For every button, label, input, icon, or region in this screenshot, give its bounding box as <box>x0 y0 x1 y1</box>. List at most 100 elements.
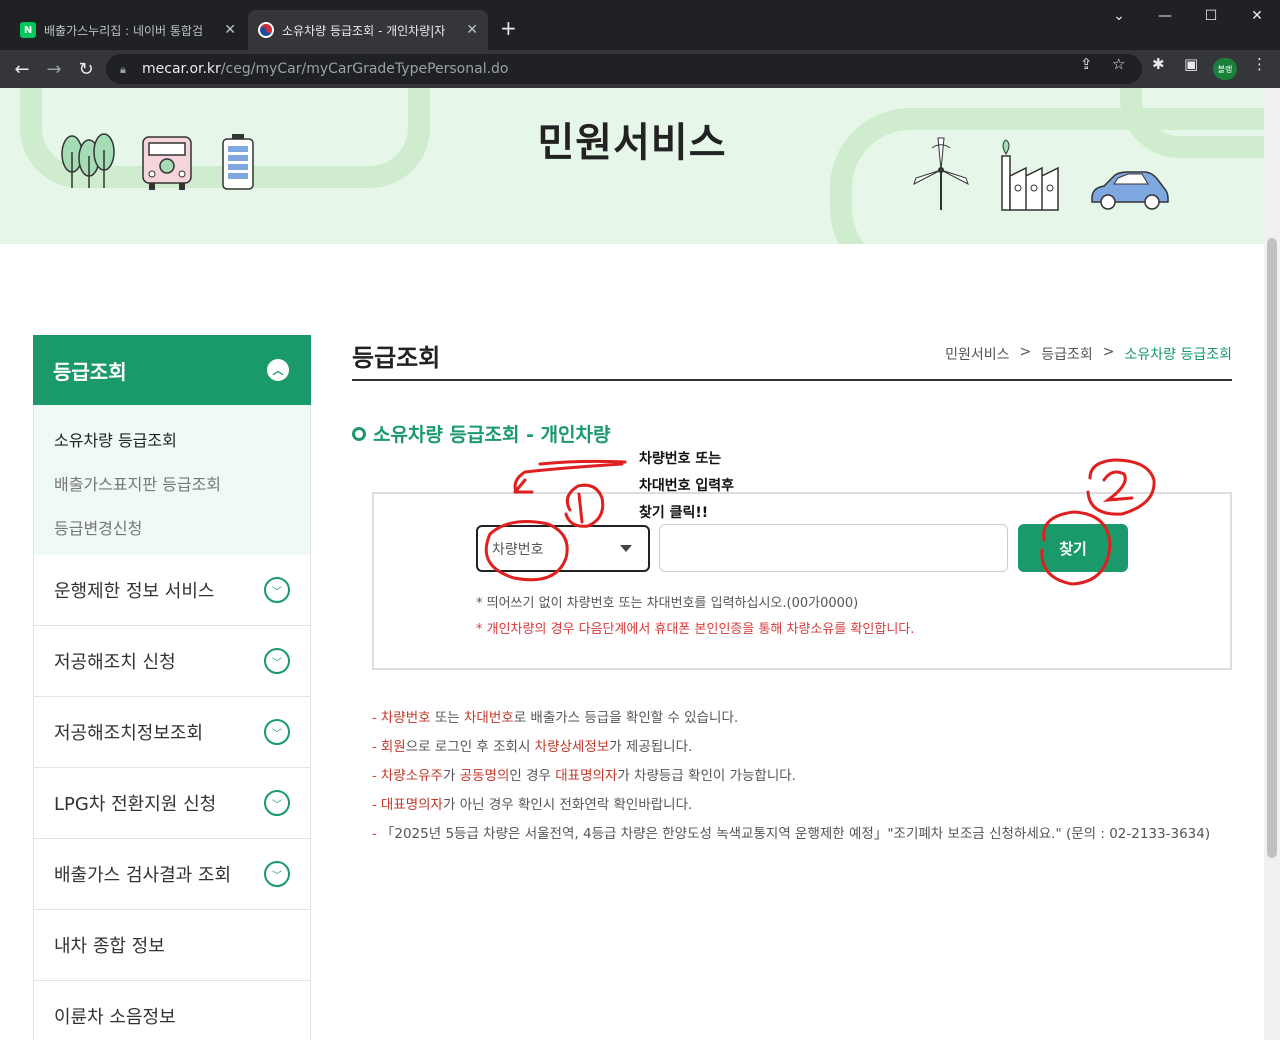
chevron-down-icon[interactable]: ﹀ <box>264 577 290 603</box>
sidebar-item-lpg-conversion[interactable]: LPG차 전환지원 신청 ﹀ <box>33 768 311 839</box>
section-title-text: 소유차량 등급조회 - 개인차량 <box>373 424 611 446</box>
sidebar-item-label: 운행제한 정보 서비스 <box>54 581 215 602</box>
note-line: - 차량소유주가 공동명의인 경우 대표명의자가 차량등급 확인이 가능합니다. <box>372 762 1232 791</box>
browser-toolbar: ← → ↻ 🔒︎ mecar.or.kr/ceg/myCar/myCarGrad… <box>0 50 1280 88</box>
sidebar-submenu: 소유차량 등급조회 배출가스표지판 등급조회 등급변경신청 <box>33 405 311 555</box>
maximize-icon[interactable]: ☐ <box>1188 0 1234 32</box>
sidebar-item-motorcycle-noise[interactable]: 이륜차 소음정보 <box>33 981 311 1040</box>
sidebar-subitem-owned-vehicle[interactable]: 소유차량 등급조회 <box>34 417 310 461</box>
annotation-stroke <box>538 459 627 466</box>
browser-tab-bar: N 배출가스누리집 : 네이버 통합검 ✕ 소유차량 등급조회 - 개인차량|자… <box>0 0 1280 50</box>
note-text: 「2025년 5등급 차량은 서울전역, 4등급 차량은 한양도성 녹색교통지역… <box>381 820 1210 849</box>
note-highlight: 차량상세정보 <box>534 739 610 755</box>
bookmark-star-icon[interactable]: ☆ <box>1112 55 1125 73</box>
tab-title: 소유차량 등급조회 - 개인차량|자 <box>282 23 446 38</box>
note-dash: - <box>372 768 377 784</box>
tab-close-icon[interactable]: ✕ <box>466 22 478 38</box>
close-window-icon[interactable]: ✕ <box>1234 0 1280 32</box>
note-segment: 가 차량등급 확인이 가능합니다. <box>617 768 796 784</box>
sidebar-subitem-grade-change[interactable]: 등급변경신청 <box>34 505 310 549</box>
menu-kebab-icon[interactable]: ⋮ <box>1252 55 1267 73</box>
new-tab-icon[interactable]: + <box>500 16 517 40</box>
info-notes: - 차량번호 또는 차대번호로 배출가스 등급을 확인할 수 있습니다. - 회원으로… <box>372 704 1232 849</box>
url-path: /ceg/myCar/myCarGradeTypePersonal.do <box>220 61 509 77</box>
breadcrumb-separator: > <box>1019 344 1032 360</box>
search-type-select[interactable]: 차량번호 <box>476 525 650 572</box>
factory-icon <box>1001 139 1059 211</box>
note-segment: 가 <box>442 768 460 784</box>
chevron-up-icon[interactable]: ︿ <box>267 359 289 381</box>
sidebar-item-label: 이륜차 소음정보 <box>54 1007 176 1028</box>
chevron-down-icon[interactable]: ﹀ <box>264 790 290 816</box>
note-text: 차량소유주가 공동명의인 경우 대표명의자가 차량등급 확인이 가능합니다. <box>381 762 796 791</box>
sidebar-item-label: 저공해조치정보조회 <box>54 723 204 744</box>
breadcrumb: 민원서비스 > 등급조회 > 소유차량 등급조회 <box>945 344 1232 364</box>
breadcrumb-item-civil-service[interactable]: 민원서비스 <box>945 344 1009 364</box>
sidebar-item-low-emission-info[interactable]: 저공해조치정보조회 ﹀ <box>33 697 311 768</box>
profile-avatar[interactable]: 볼랭 <box>1213 58 1237 80</box>
tab-close-icon[interactable]: ✕ <box>224 22 236 38</box>
search-panel <box>372 492 1232 670</box>
note-segment: 으로 로그인 후 조회시 <box>405 739 535 755</box>
wind-turbine-icon <box>913 137 969 210</box>
address-bar[interactable]: 🔒︎ mecar.or.kr/ceg/myCar/myCarGradeTypeP… <box>106 54 1142 84</box>
breadcrumb-item-grade-lookup[interactable]: 등급조회 <box>1041 344 1093 364</box>
chevron-down-icon[interactable]: ﹀ <box>264 648 290 674</box>
electric-car-icon <box>1091 171 1169 210</box>
sidebar-item-restriction[interactable]: 운행제한 정보 서비스 ﹀ <box>33 555 311 626</box>
page-title: 등급조회 <box>352 344 441 372</box>
note-highlight: 대표명의자 <box>380 797 443 813</box>
sidebar-item-label: 내차 종합 정보 <box>54 936 165 957</box>
note-segment: 가 제공됩니다. <box>609 739 693 755</box>
note-highlight: 공동명의 <box>459 768 510 784</box>
note-segment: 또는 <box>430 710 464 726</box>
browser-tab-mecar[interactable]: 소유차량 등급조회 - 개인차량|자 ✕ <box>248 10 488 50</box>
sidebar-subitem-emission-sign[interactable]: 배출가스표지판 등급조회 <box>34 461 310 505</box>
tab-title: 배출가스누리집 : 네이버 통합검 <box>44 23 204 38</box>
sidebar-item-inspection-result[interactable]: 배출가스 검사결과 조회 ﹀ <box>33 839 311 910</box>
share-icon[interactable]: ⇪ <box>1080 55 1093 73</box>
note-segment: 「2025년 5등급 차량은 서울전역, 4등급 차량은 한양도성 녹색교통지역… <box>380 826 1211 842</box>
extensions-icon[interactable]: ✱ <box>1152 55 1165 73</box>
annotation-stroke <box>513 462 624 494</box>
note-highlight: 회원 <box>380 739 406 755</box>
note-highlight: 대표명의자 <box>555 768 618 784</box>
note-text: 차량번호 또는 차대번호로 배출가스 등급을 확인할 수 있습니다. <box>381 704 738 733</box>
note-segment: 가 아닌 경우 확인시 전화연락 확인바랍니다. <box>442 797 693 813</box>
note-line: - 대표명의자가 아닌 경우 확인시 전화연락 확인바랍니다. <box>372 791 1232 820</box>
note-line: - 차량번호 또는 차대번호로 배출가스 등급을 확인할 수 있습니다. <box>372 704 1232 733</box>
sidebar-header-label: 등급조회 <box>53 359 127 384</box>
sidebar-item-low-emission-apply[interactable]: 저공해조치 신청 ﹀ <box>33 626 311 697</box>
page-content: 민원서비스 등급조회 ︿ 소유차량 등급조회 배출가스표지판 등급조회 등급변경… <box>0 88 1264 1040</box>
breadcrumb-separator: > <box>1102 344 1115 360</box>
forward-icon[interactable]: → <box>42 57 66 81</box>
reload-icon[interactable]: ↻ <box>74 57 98 81</box>
tab-search-icon[interactable]: ⌄ <box>1096 0 1142 32</box>
hero-title: 민원서비스 <box>537 120 727 166</box>
browser-tab-naver[interactable]: N 배출가스누리집 : 네이버 통합검 ✕ <box>10 10 246 50</box>
title-divider <box>352 379 1232 381</box>
lock-icon: 🔒︎ <box>120 63 126 76</box>
note-dash: - <box>372 710 377 726</box>
bullet-ring-icon <box>352 426 366 441</box>
breadcrumb-item-current: 소유차량 등급조회 <box>1124 347 1233 363</box>
find-button[interactable]: 찾기 <box>1018 524 1128 572</box>
ownership-hint: * 개인차량의 경우 다음단계에서 휴대폰 본인인증을 통해 차량소유를 확인합… <box>476 622 915 637</box>
chevron-down-icon[interactable]: ﹀ <box>264 861 290 887</box>
chevron-down-icon[interactable]: ﹀ <box>264 719 290 745</box>
sidebar-item-label: LPG차 전환지원 신청 <box>54 794 217 815</box>
note-segment: 인 경우 <box>509 768 556 784</box>
annotation-arrow <box>513 478 534 494</box>
note-dash: - <box>372 739 377 755</box>
sidebar-header[interactable]: 등급조회 ︿ <box>33 335 311 405</box>
sidebar-item-label: 저공해조치 신청 <box>54 652 176 673</box>
sidebar-item-my-car-info[interactable]: 내차 종합 정보 <box>33 910 311 981</box>
back-icon[interactable]: ← <box>10 57 34 81</box>
note-dash: - <box>372 797 377 813</box>
page-scrollbar[interactable] <box>1264 88 1280 1040</box>
side-panel-icon[interactable]: ▣ <box>1184 55 1198 73</box>
annotation-line: 차대번호 입력후 <box>639 478 735 494</box>
vehicle-number-input[interactable] <box>659 524 1008 572</box>
scrollbar-thumb[interactable] <box>1267 238 1277 858</box>
minimize-icon[interactable]: — <box>1142 0 1188 32</box>
